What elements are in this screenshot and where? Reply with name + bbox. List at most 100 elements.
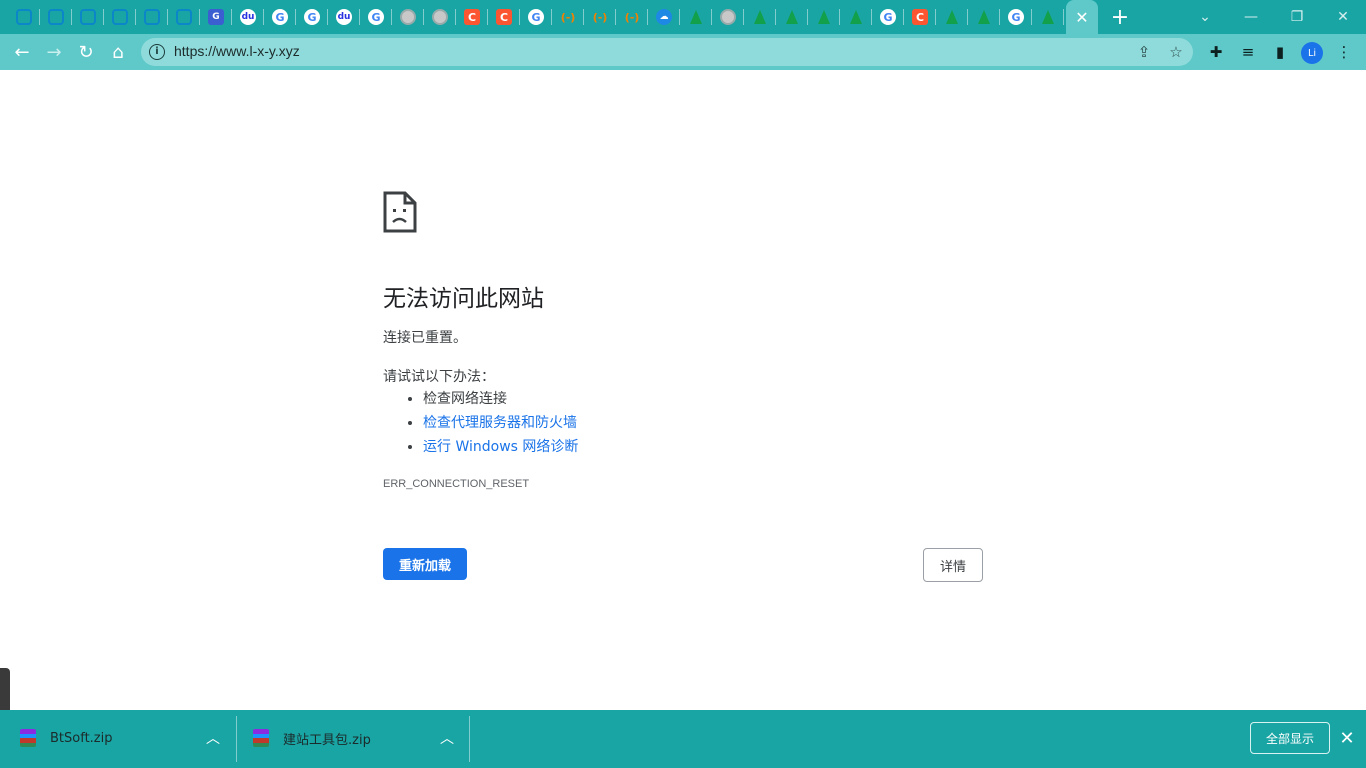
suggestion-check-network: 检查网络连接 bbox=[423, 388, 578, 412]
browser-tab[interactable]: (-) bbox=[552, 0, 584, 34]
browser-tab[interactable]: du bbox=[328, 0, 360, 34]
extensions-icon[interactable]: ✚ bbox=[1202, 38, 1230, 66]
active-tab[interactable]: ✕ bbox=[1066, 0, 1098, 34]
tab-separator bbox=[711, 9, 712, 25]
tab-separator bbox=[903, 9, 904, 25]
browser-tab[interactable] bbox=[968, 0, 1000, 34]
run-diagnostics-link[interactable]: 运行 Windows 网络诊断 bbox=[423, 439, 578, 455]
browser-tab[interactable] bbox=[808, 0, 840, 34]
bilibili-icon bbox=[48, 9, 64, 25]
browser-tab[interactable] bbox=[168, 0, 200, 34]
tab-search-button[interactable]: ⌄ bbox=[1182, 0, 1228, 34]
tab-separator bbox=[967, 9, 968, 25]
browser-tab[interactable] bbox=[744, 0, 776, 34]
profile-avatar[interactable]: Li bbox=[1301, 42, 1323, 64]
restore-button[interactable]: ❐ bbox=[1274, 0, 1320, 34]
leaf-icon bbox=[946, 10, 958, 24]
browser-tab[interactable]: G bbox=[520, 0, 552, 34]
suggestions-list: 检查网络连接 检查代理服务器和防火墙 运行 Windows 网络诊断 bbox=[383, 388, 578, 460]
browser-tab[interactable]: C bbox=[456, 0, 488, 34]
browser-tab[interactable] bbox=[1032, 0, 1064, 34]
tab-separator bbox=[1063, 9, 1064, 25]
browser-tab[interactable]: G bbox=[296, 0, 328, 34]
share-icon[interactable]: ⇪ bbox=[1133, 41, 1155, 63]
site-info-icon[interactable]: i bbox=[149, 44, 165, 60]
media-control-icon[interactable]: ≡ bbox=[1234, 38, 1262, 66]
globe-icon bbox=[400, 9, 416, 25]
tab-separator bbox=[551, 9, 552, 25]
browser-tab[interactable] bbox=[136, 0, 168, 34]
minimize-button[interactable]: — bbox=[1228, 0, 1274, 34]
chevron-up-icon[interactable]: ︿ bbox=[440, 728, 454, 748]
close-download-bar-icon[interactable]: ✕ bbox=[1337, 728, 1357, 749]
reload-toolbar-button[interactable]: ↻ bbox=[72, 38, 100, 66]
tab-separator bbox=[231, 9, 232, 25]
browser-tab[interactable] bbox=[72, 0, 104, 34]
suggestions-heading: 请试试以下办法： bbox=[383, 369, 495, 385]
link-icon: (-) bbox=[560, 10, 576, 24]
browser-tab[interactable]: G bbox=[264, 0, 296, 34]
browser-tab[interactable] bbox=[40, 0, 72, 34]
translate-icon: G bbox=[208, 9, 224, 25]
page-title: 无法访问此网站 bbox=[383, 286, 544, 312]
tab-separator bbox=[487, 9, 488, 25]
tab-separator bbox=[775, 9, 776, 25]
forward-button[interactable]: → bbox=[40, 38, 68, 66]
browser-tab[interactable] bbox=[392, 0, 424, 34]
tab-separator bbox=[359, 9, 360, 25]
browser-tab[interactable]: G bbox=[872, 0, 904, 34]
browser-tab[interactable] bbox=[680, 0, 712, 34]
browser-tab[interactable] bbox=[840, 0, 872, 34]
link-icon: (-) bbox=[592, 10, 608, 24]
error-description: 连接已重置。 bbox=[383, 330, 467, 346]
home-button[interactable]: ⌂ bbox=[104, 38, 132, 66]
csdn-icon: C bbox=[464, 9, 480, 25]
chevron-up-icon[interactable]: ︿ bbox=[206, 728, 220, 748]
browser-tab[interactable]: C bbox=[904, 0, 936, 34]
browser-tab[interactable]: G bbox=[360, 0, 392, 34]
details-button[interactable]: 详情 bbox=[923, 548, 983, 582]
browser-tab[interactable]: G bbox=[1000, 0, 1032, 34]
close-window-button[interactable]: ✕ bbox=[1320, 0, 1366, 34]
bookmark-star-icon[interactable]: ☆ bbox=[1165, 41, 1187, 63]
csdn-icon: C bbox=[912, 9, 928, 25]
browser-toolbar: ← → ↻ ⌂ i https://www.l-x-y.xyz ⇪ ☆ ✚ ≡ … bbox=[0, 34, 1366, 70]
menu-icon[interactable]: ⋮ bbox=[1330, 38, 1358, 66]
download-item-toolkit[interactable]: 建站工具包.zip bbox=[253, 710, 371, 766]
browser-tab[interactable]: C bbox=[488, 0, 520, 34]
new-tab-button[interactable]: + bbox=[1106, 0, 1134, 34]
browser-tab[interactable]: du bbox=[232, 0, 264, 34]
browser-tab[interactable] bbox=[8, 0, 40, 34]
close-tab-icon[interactable]: ✕ bbox=[1075, 8, 1088, 27]
sad-page-icon bbox=[383, 191, 417, 233]
browser-tab[interactable]: G bbox=[200, 0, 232, 34]
show-all-downloads-button[interactable]: 全部显示 bbox=[1250, 722, 1330, 754]
baidu-icon: du bbox=[240, 9, 256, 25]
browser-tab[interactable]: (-) bbox=[584, 0, 616, 34]
download-bar: BtSoft.zip ︿ 建站工具包.zip ︿ 全部显示 ✕ bbox=[0, 710, 1366, 768]
url-text[interactable]: https://www.l-x-y.xyz bbox=[174, 43, 300, 59]
tab-separator bbox=[455, 9, 456, 25]
browser-tab[interactable] bbox=[712, 0, 744, 34]
google-icon: G bbox=[368, 9, 384, 25]
back-button[interactable]: ← bbox=[8, 38, 36, 66]
browser-tab[interactable]: (-) bbox=[616, 0, 648, 34]
error-code: ERR_CONNECTION_RESET bbox=[383, 478, 530, 490]
browser-tab[interactable] bbox=[936, 0, 968, 34]
tab-separator bbox=[615, 9, 616, 25]
side-panel-icon[interactable]: ▮ bbox=[1266, 38, 1294, 66]
leaf-icon bbox=[1042, 10, 1054, 24]
browser-tab[interactable] bbox=[776, 0, 808, 34]
tab-separator bbox=[295, 9, 296, 25]
download-item-btsoft[interactable]: BtSoft.zip bbox=[20, 710, 113, 766]
download-file-name: 建站工具包.zip bbox=[283, 732, 371, 748]
address-bar[interactable]: i https://www.l-x-y.xyz ⇪ ☆ bbox=[141, 38, 1193, 66]
google-icon: G bbox=[272, 9, 288, 25]
arrow-left-icon: ← bbox=[14, 41, 30, 63]
browser-tab[interactable]: ☁ bbox=[648, 0, 680, 34]
tab-separator bbox=[935, 9, 936, 25]
reload-button[interactable]: 重新加载 bbox=[383, 548, 467, 580]
browser-tab[interactable] bbox=[424, 0, 456, 34]
check-proxy-link[interactable]: 检查代理服务器和防火墙 bbox=[423, 415, 577, 431]
browser-tab[interactable] bbox=[104, 0, 136, 34]
